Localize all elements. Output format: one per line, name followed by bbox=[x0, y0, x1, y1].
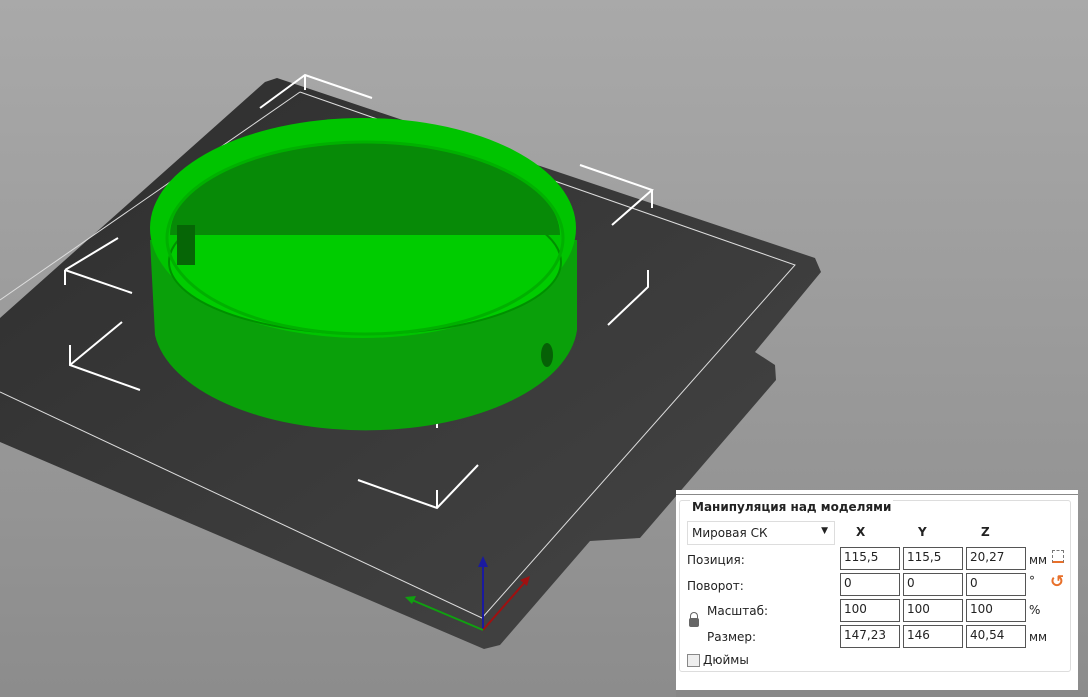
rotation-x-input[interactable]: 0 bbox=[840, 573, 900, 596]
rotation-unit: ° bbox=[1029, 574, 1035, 588]
scale-unit: % bbox=[1029, 603, 1041, 617]
size-label: Размер: bbox=[707, 630, 757, 644]
model-cylinder[interactable] bbox=[150, 118, 577, 431]
size-z-input[interactable]: 40,54 bbox=[966, 625, 1026, 648]
lock-icon[interactable] bbox=[689, 612, 699, 627]
divider bbox=[676, 490, 1078, 495]
rotation-y-input[interactable]: 0 bbox=[903, 573, 963, 596]
header-x: X bbox=[856, 525, 866, 539]
coord-system-value: Мировая СК bbox=[692, 526, 768, 540]
position-y-input[interactable]: 115,5 bbox=[903, 547, 963, 570]
scale-label: Масштаб: bbox=[707, 604, 769, 618]
drop-to-bed-icon[interactable] bbox=[1052, 550, 1064, 563]
position-unit: мм bbox=[1029, 553, 1048, 567]
position-z-input[interactable]: 20,27 bbox=[966, 547, 1026, 570]
reset-rotation-icon[interactable]: ↺ bbox=[1050, 572, 1064, 592]
chevron-down-icon: ▼ bbox=[821, 526, 828, 536]
header-z: Z bbox=[981, 525, 990, 539]
panel-bottom-edge bbox=[676, 690, 1088, 697]
object-manipulation-panel: Манипуляция над моделями Мировая СК ▼ X Y… bbox=[676, 490, 1088, 697]
scale-z-input[interactable]: 100 bbox=[966, 599, 1026, 622]
scale-y-input[interactable]: 100 bbox=[903, 599, 963, 622]
rotation-label: Поворот: bbox=[687, 579, 744, 593]
size-x-input[interactable]: 147,23 bbox=[840, 625, 900, 648]
size-unit: мм bbox=[1029, 630, 1048, 644]
position-label: Позиция: bbox=[687, 553, 745, 567]
coord-system-select[interactable]: Мировая СК ▼ bbox=[687, 521, 835, 545]
scale-x-input[interactable]: 100 bbox=[840, 599, 900, 622]
inches-checkbox[interactable] bbox=[687, 654, 700, 667]
header-y: Y bbox=[918, 525, 927, 539]
inches-label: Дюймы bbox=[703, 653, 749, 667]
position-x-input[interactable]: 115,5 bbox=[840, 547, 900, 570]
rotation-z-input[interactable]: 0 bbox=[966, 573, 1026, 596]
size-y-input[interactable]: 146 bbox=[903, 625, 963, 648]
panel-title: Манипуляция над моделями bbox=[690, 500, 894, 514]
